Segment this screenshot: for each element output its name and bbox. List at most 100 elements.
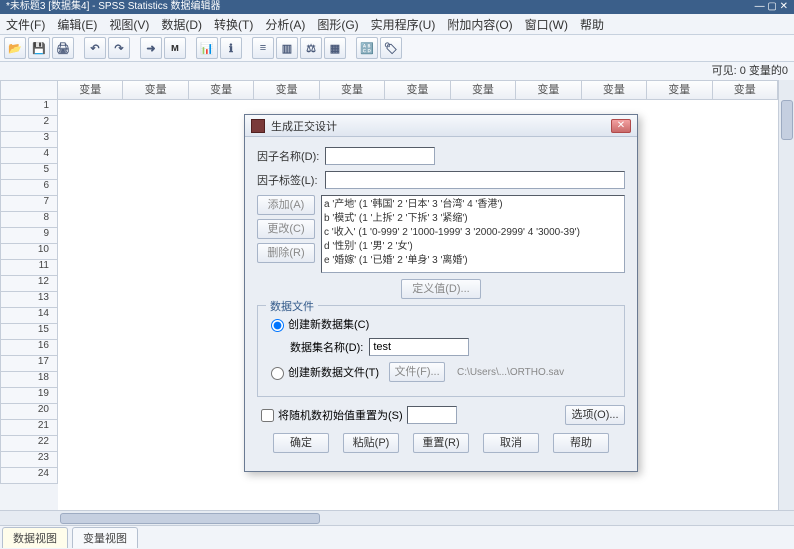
- reset-seed-checkbox[interactable]: [261, 409, 274, 422]
- create-dataset-label: 创建新数据集(C): [288, 316, 369, 332]
- column-headers: 变量 变量 变量 变量 变量 变量 变量 变量 变量 变量 变量: [58, 80, 778, 100]
- weight-icon[interactable]: ⚖: [300, 37, 322, 59]
- row-header[interactable]: 14: [0, 308, 58, 324]
- list-item[interactable]: a '产地' (1 '韩国' 2 '日本' 3 '台湾' 4 '香港'): [324, 198, 622, 212]
- add-button[interactable]: 添加(A): [257, 195, 315, 215]
- generate-orthogonal-design-dialog: 生成正交设计 ✕ 因子名称(D): 因子标签(L): 添加(A) 更改(C) 删…: [244, 114, 638, 472]
- create-file-radio[interactable]: [271, 367, 284, 380]
- tab-data-view[interactable]: 数据视图: [2, 527, 68, 548]
- close-icon[interactable]: ✕: [611, 119, 631, 133]
- row-header[interactable]: 8: [0, 212, 58, 228]
- row-header[interactable]: 17: [0, 356, 58, 372]
- open-icon[interactable]: 📂: [4, 37, 26, 59]
- paste-button[interactable]: 粘贴(P): [343, 433, 399, 453]
- dataset-name-input[interactable]: [369, 338, 469, 356]
- save-icon[interactable]: 💾: [28, 37, 50, 59]
- dialog-title: 生成正交设计: [271, 118, 611, 134]
- find-icon[interactable]: ᴍ: [164, 37, 186, 59]
- menu-addons[interactable]: 附加内容(O): [447, 16, 512, 33]
- menu-window[interactable]: 窗口(W): [525, 16, 568, 33]
- factors-listbox[interactable]: a '产地' (1 '韩国' 2 '日本' 3 '台湾' 4 '香港') b '…: [321, 195, 625, 273]
- tab-variable-view[interactable]: 变量视图: [72, 527, 138, 548]
- list-item[interactable]: b '模式' (1 '上拆' 2 '下拆' 3 '紧缩'): [324, 212, 622, 226]
- row-header[interactable]: 12: [0, 276, 58, 292]
- row-header[interactable]: 1: [0, 100, 58, 116]
- row-header[interactable]: 2: [0, 116, 58, 132]
- values-icon[interactable]: 🔠: [356, 37, 378, 59]
- vertical-scrollbar[interactable]: [778, 80, 794, 510]
- list-item[interactable]: d '性别' (1 '男' 2 '女'): [324, 240, 622, 254]
- column-header[interactable]: 变量: [254, 80, 319, 100]
- menu-graphs[interactable]: 图形(G): [317, 16, 358, 33]
- split-icon[interactable]: ▥: [276, 37, 298, 59]
- help-button[interactable]: 帮助: [553, 433, 609, 453]
- factor-name-input[interactable]: [325, 147, 435, 165]
- menu-data[interactable]: 数据(D): [161, 16, 202, 33]
- redo-icon[interactable]: ↷: [108, 37, 130, 59]
- row-header[interactable]: 13: [0, 292, 58, 308]
- row-header[interactable]: 24: [0, 468, 58, 484]
- column-header[interactable]: 变量: [189, 80, 254, 100]
- row-header[interactable]: 23: [0, 452, 58, 468]
- column-header[interactable]: 变量: [516, 80, 581, 100]
- undo-icon[interactable]: ↶: [84, 37, 106, 59]
- row-header[interactable]: 22: [0, 436, 58, 452]
- row-header[interactable]: 20: [0, 404, 58, 420]
- menu-file[interactable]: 文件(F): [6, 16, 45, 33]
- row-header[interactable]: 3: [0, 132, 58, 148]
- options-button[interactable]: 选项(O)...: [565, 405, 625, 425]
- factor-label-input[interactable]: [325, 171, 625, 189]
- chart-icon[interactable]: 📊: [196, 37, 218, 59]
- visible-count: 可见: 0 变量的0: [712, 65, 788, 77]
- group-legend: 数据文件: [266, 298, 318, 314]
- row-header[interactable]: 21: [0, 420, 58, 436]
- ok-button[interactable]: 确定: [273, 433, 329, 453]
- file-button[interactable]: 文件(F)...: [389, 362, 445, 382]
- column-header[interactable]: 变量: [451, 80, 516, 100]
- column-header[interactable]: 变量: [647, 80, 712, 100]
- column-header[interactable]: 变量: [582, 80, 647, 100]
- create-dataset-radio[interactable]: [271, 319, 284, 332]
- column-header[interactable]: 变量: [385, 80, 450, 100]
- toolbar: 📂 💾 🖨 ↶ ↷ ➜ ᴍ 📊 ℹ ≡ ▥ ⚖ ▦ 🔠 🏷: [0, 34, 794, 62]
- info-icon[interactable]: ℹ: [220, 37, 242, 59]
- change-button[interactable]: 更改(C): [257, 219, 315, 239]
- row-header[interactable]: 5: [0, 164, 58, 180]
- column-header[interactable]: 变量: [713, 80, 778, 100]
- row-header[interactable]: 16: [0, 340, 58, 356]
- menu-analyze[interactable]: 分析(A): [265, 16, 305, 33]
- row-header[interactable]: 15: [0, 324, 58, 340]
- row-header[interactable]: 19: [0, 388, 58, 404]
- dialog-icon: [251, 119, 265, 133]
- menu-help[interactable]: 帮助: [580, 16, 604, 33]
- row-headers: 1 2 3 4 5 6 7 8 9 10 11 12 13 14 15 16 1…: [0, 80, 58, 510]
- horizontal-scrollbar[interactable]: [0, 510, 794, 525]
- menu-utilities[interactable]: 实用程序(U): [371, 16, 436, 33]
- menu-transform[interactable]: 转换(T): [214, 16, 253, 33]
- list-item[interactable]: e '婚嫁' (1 '已婚' 2 '单身' 3 '离婚'): [324, 254, 622, 268]
- row-header[interactable]: 9: [0, 228, 58, 244]
- row-header[interactable]: 4: [0, 148, 58, 164]
- list-item[interactable]: c '收入' (1 '0-999' 2 '1000-1999' 3 '2000-…: [324, 226, 622, 240]
- column-header[interactable]: 变量: [320, 80, 385, 100]
- row-header[interactable]: 10: [0, 244, 58, 260]
- print-icon[interactable]: 🖨: [52, 37, 74, 59]
- labels-icon[interactable]: 🏷: [380, 37, 402, 59]
- reset-button[interactable]: 重置(R): [413, 433, 469, 453]
- vars-icon[interactable]: ≡: [252, 37, 274, 59]
- select-icon[interactable]: ▦: [324, 37, 346, 59]
- goto-icon[interactable]: ➜: [140, 37, 162, 59]
- row-header[interactable]: 6: [0, 180, 58, 196]
- file-path-label: C:\Users\...\ORTHO.sav: [457, 367, 564, 378]
- window-controls[interactable]: — ▢ ✕: [755, 0, 788, 14]
- row-header[interactable]: 7: [0, 196, 58, 212]
- column-header[interactable]: 变量: [123, 80, 188, 100]
- menu-view[interactable]: 视图(V): [109, 16, 149, 33]
- define-values-button[interactable]: 定义值(D)...: [401, 279, 481, 299]
- remove-button[interactable]: 删除(R): [257, 243, 315, 263]
- menu-edit[interactable]: 编辑(E): [57, 16, 97, 33]
- column-header[interactable]: 变量: [58, 80, 123, 100]
- cancel-button[interactable]: 取消: [483, 433, 539, 453]
- row-header[interactable]: 11: [0, 260, 58, 276]
- row-header[interactable]: 18: [0, 372, 58, 388]
